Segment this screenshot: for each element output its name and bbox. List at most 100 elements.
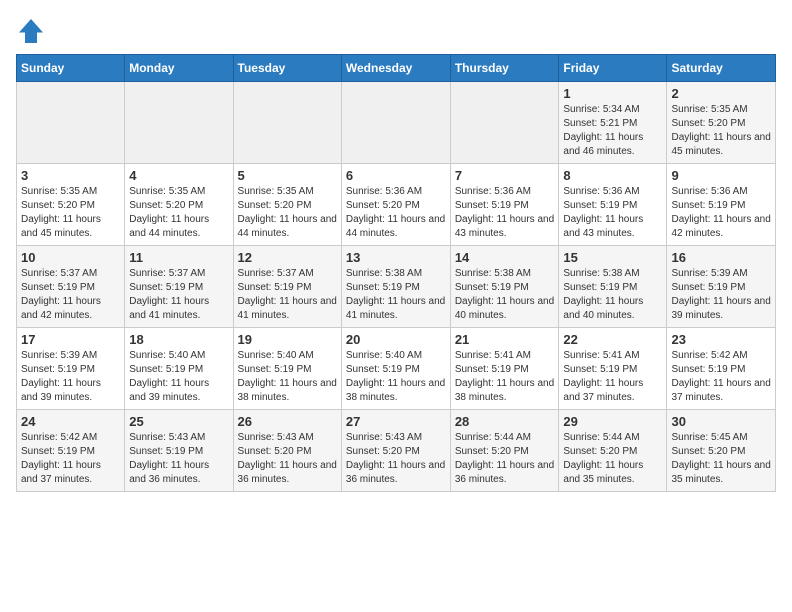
day-info: Sunrise: 5:38 AM Sunset: 5:19 PM Dayligh… <box>563 267 662 323</box>
day-info: Sunrise: 5:41 AM Sunset: 5:19 PM Dayligh… <box>455 349 555 405</box>
day-number: 27 <box>346 414 446 429</box>
calendar-header: SundayMondayTuesdayWednesdayThursdayFrid… <box>17 55 776 82</box>
day-info: Sunrise: 5:36 AM Sunset: 5:19 PM Dayligh… <box>671 185 771 241</box>
day-info: Sunrise: 5:34 AM Sunset: 5:21 PM Dayligh… <box>563 103 662 159</box>
day-number: 19 <box>238 332 337 347</box>
day-info: Sunrise: 5:41 AM Sunset: 5:19 PM Dayligh… <box>563 349 662 405</box>
day-info: Sunrise: 5:44 AM Sunset: 5:20 PM Dayligh… <box>455 431 555 487</box>
day-number: 24 <box>21 414 120 429</box>
day-number: 3 <box>21 168 120 183</box>
day-number: 1 <box>563 86 662 101</box>
day-info: Sunrise: 5:44 AM Sunset: 5:20 PM Dayligh… <box>563 431 662 487</box>
calendar-cell: 10 Sunrise: 5:37 AM Sunset: 5:19 PM Dayli… <box>17 246 125 328</box>
day-number: 12 <box>238 250 337 265</box>
day-number: 8 <box>563 168 662 183</box>
calendar-week-3: 10 Sunrise: 5:37 AM Sunset: 5:19 PM Dayli… <box>17 246 776 328</box>
weekday-sunday: Sunday <box>17 55 125 82</box>
day-number: 10 <box>21 250 120 265</box>
day-info: Sunrise: 5:37 AM Sunset: 5:19 PM Dayligh… <box>129 267 228 323</box>
calendar-cell: 19Sunrise: 5:40 AM Sunset: 5:19 PM Dayli… <box>233 328 341 410</box>
day-number: 5 <box>238 168 337 183</box>
day-number: 28 <box>455 414 555 429</box>
calendar-cell: 7Sunrise: 5:36 AM Sunset: 5:19 PM Daylig… <box>450 164 559 246</box>
day-info: Sunrise: 5:38 AM Sunset: 5:19 PM Dayligh… <box>346 267 446 323</box>
day-number: 14 <box>455 250 555 265</box>
day-number: 2 <box>671 86 771 101</box>
day-info: Sunrise: 5:37 AM Sunset: 5:19 PM Dayligh… <box>21 267 120 323</box>
calendar-cell: 22 Sunrise: 5:41 AM Sunset: 5:19 PM Dayli… <box>559 328 667 410</box>
day-number: 22 <box>563 332 662 347</box>
day-info: Sunrise: 5:43 AM Sunset: 5:19 PM Dayligh… <box>129 431 228 487</box>
weekday-tuesday: Tuesday <box>233 55 341 82</box>
calendar-cell: 3 Sunrise: 5:35 AM Sunset: 5:20 PM Daylig… <box>17 164 125 246</box>
calendar-table: SundayMondayTuesdayWednesdayThursdayFrid… <box>16 54 776 492</box>
calendar-cell <box>233 82 341 164</box>
calendar-cell: 15 Sunrise: 5:38 AM Sunset: 5:19 PM Dayli… <box>559 246 667 328</box>
day-number: 25 <box>129 414 228 429</box>
calendar-cell <box>17 82 125 164</box>
calendar-cell: 18 Sunrise: 5:40 AM Sunset: 5:19 PM Dayli… <box>125 328 233 410</box>
calendar-cell: 17Sunrise: 5:39 AM Sunset: 5:19 PM Dayli… <box>17 328 125 410</box>
day-info: Sunrise: 5:43 AM Sunset: 5:20 PM Dayligh… <box>346 431 446 487</box>
calendar-cell: 30 Sunrise: 5:45 AM Sunset: 5:20 PM Dayli… <box>667 410 776 492</box>
calendar-cell: 27 Sunrise: 5:43 AM Sunset: 5:20 PM Dayli… <box>341 410 450 492</box>
calendar-cell <box>341 82 450 164</box>
day-number: 6 <box>346 168 446 183</box>
calendar-cell: 8Sunrise: 5:36 AM Sunset: 5:19 PM Daylig… <box>559 164 667 246</box>
calendar-cell: 4 Sunrise: 5:35 AM Sunset: 5:20 PM Daylig… <box>125 164 233 246</box>
day-number: 7 <box>455 168 555 183</box>
day-number: 9 <box>671 168 771 183</box>
day-number: 30 <box>671 414 771 429</box>
day-info: Sunrise: 5:45 AM Sunset: 5:20 PM Dayligh… <box>671 431 771 487</box>
calendar-body: 1 Sunrise: 5:34 AM Sunset: 5:21 PM Daylig… <box>17 82 776 492</box>
logo-icon <box>16 16 46 46</box>
calendar-cell: 26 Sunrise: 5:43 AM Sunset: 5:20 PM Dayli… <box>233 410 341 492</box>
day-info: Sunrise: 5:42 AM Sunset: 5:19 PM Dayligh… <box>21 431 120 487</box>
day-info: Sunrise: 5:40 AM Sunset: 5:19 PM Dayligh… <box>129 349 228 405</box>
calendar-cell: 28 Sunrise: 5:44 AM Sunset: 5:20 PM Dayli… <box>450 410 559 492</box>
calendar-cell: 12 Sunrise: 5:37 AM Sunset: 5:19 PM Dayli… <box>233 246 341 328</box>
day-number: 21 <box>455 332 555 347</box>
calendar-cell: 13Sunrise: 5:38 AM Sunset: 5:19 PM Dayli… <box>341 246 450 328</box>
day-number: 23 <box>671 332 771 347</box>
calendar-cell: 5Sunrise: 5:35 AM Sunset: 5:20 PM Daylig… <box>233 164 341 246</box>
calendar-cell: 2Sunrise: 5:35 AM Sunset: 5:20 PM Daylig… <box>667 82 776 164</box>
day-info: Sunrise: 5:35 AM Sunset: 5:20 PM Dayligh… <box>21 185 120 241</box>
calendar-cell: 25 Sunrise: 5:43 AM Sunset: 5:19 PM Dayli… <box>125 410 233 492</box>
day-number: 26 <box>238 414 337 429</box>
calendar-cell: 1 Sunrise: 5:34 AM Sunset: 5:21 PM Daylig… <box>559 82 667 164</box>
day-info: Sunrise: 5:38 AM Sunset: 5:19 PM Dayligh… <box>455 267 555 323</box>
day-info: Sunrise: 5:36 AM Sunset: 5:20 PM Dayligh… <box>346 185 446 241</box>
calendar-week-1: 1 Sunrise: 5:34 AM Sunset: 5:21 PM Daylig… <box>17 82 776 164</box>
weekday-monday: Monday <box>125 55 233 82</box>
calendar-cell: 23 Sunrise: 5:42 AM Sunset: 5:19 PM Dayli… <box>667 328 776 410</box>
calendar-cell: 20 Sunrise: 5:40 AM Sunset: 5:19 PM Dayli… <box>341 328 450 410</box>
day-info: Sunrise: 5:42 AM Sunset: 5:19 PM Dayligh… <box>671 349 771 405</box>
calendar-cell: 21 Sunrise: 5:41 AM Sunset: 5:19 PM Dayli… <box>450 328 559 410</box>
weekday-saturday: Saturday <box>667 55 776 82</box>
day-info: Sunrise: 5:40 AM Sunset: 5:19 PM Dayligh… <box>346 349 446 405</box>
weekday-thursday: Thursday <box>450 55 559 82</box>
day-info: Sunrise: 5:43 AM Sunset: 5:20 PM Dayligh… <box>238 431 337 487</box>
day-info: Sunrise: 5:39 AM Sunset: 5:19 PM Dayligh… <box>21 349 120 405</box>
calendar-cell: 11 Sunrise: 5:37 AM Sunset: 5:19 PM Dayli… <box>125 246 233 328</box>
day-info: Sunrise: 5:39 AM Sunset: 5:19 PM Dayligh… <box>671 267 771 323</box>
day-info: Sunrise: 5:35 AM Sunset: 5:20 PM Dayligh… <box>129 185 228 241</box>
day-number: 29 <box>563 414 662 429</box>
calendar-cell <box>125 82 233 164</box>
day-number: 15 <box>563 250 662 265</box>
calendar-cell: 6 Sunrise: 5:36 AM Sunset: 5:20 PM Daylig… <box>341 164 450 246</box>
weekday-header-row: SundayMondayTuesdayWednesdayThursdayFrid… <box>17 55 776 82</box>
weekday-wednesday: Wednesday <box>341 55 450 82</box>
day-number: 16 <box>671 250 771 265</box>
calendar-cell: 24 Sunrise: 5:42 AM Sunset: 5:19 PM Dayli… <box>17 410 125 492</box>
day-info: Sunrise: 5:37 AM Sunset: 5:19 PM Dayligh… <box>238 267 337 323</box>
day-number: 4 <box>129 168 228 183</box>
weekday-friday: Friday <box>559 55 667 82</box>
calendar-week-2: 3 Sunrise: 5:35 AM Sunset: 5:20 PM Daylig… <box>17 164 776 246</box>
calendar-week-5: 24 Sunrise: 5:42 AM Sunset: 5:19 PM Dayli… <box>17 410 776 492</box>
day-number: 11 <box>129 250 228 265</box>
calendar-week-4: 17Sunrise: 5:39 AM Sunset: 5:19 PM Dayli… <box>17 328 776 410</box>
day-number: 20 <box>346 332 446 347</box>
day-number: 18 <box>129 332 228 347</box>
